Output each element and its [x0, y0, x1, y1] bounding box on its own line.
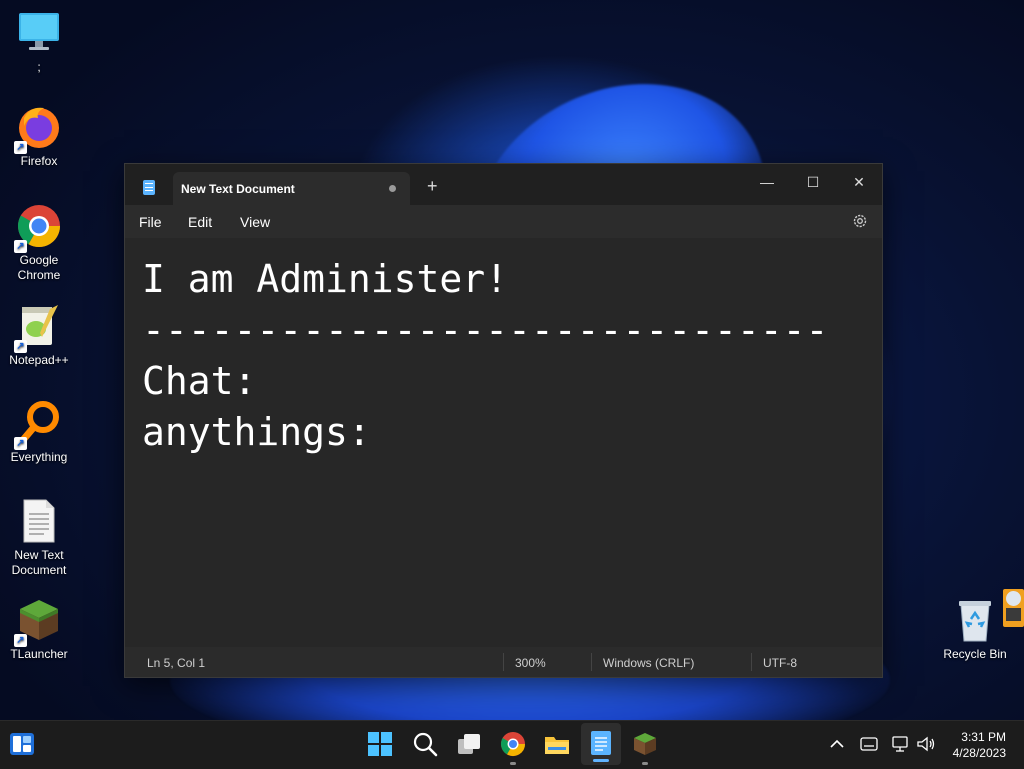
editor-line: I am Administer!: [142, 257, 509, 301]
desktop-icon-this-pc[interactable]: ;: [1, 10, 77, 75]
status-divider: [591, 653, 592, 671]
desktop-icon-new-text-document[interactable]: New Text Document: [1, 498, 77, 578]
desktop-icon-label: Recycle Bin: [943, 647, 1007, 661]
text-file-icon: [16, 498, 62, 544]
text-editor[interactable]: I am Administer! ------------------------…: [125, 238, 882, 647]
desktop-icon-label: Everything: [10, 450, 68, 464]
unsaved-dot-icon[interactable]: [389, 185, 396, 192]
running-indicator: [510, 762, 516, 765]
keyboard-icon[interactable]: [860, 737, 878, 751]
running-indicator: [642, 762, 648, 765]
new-tab-button[interactable]: +: [427, 177, 438, 195]
menu-file[interactable]: File: [139, 214, 162, 230]
status-divider: [503, 653, 504, 671]
desktop-icon-chrome[interactable]: ↗ Google Chrome: [1, 203, 77, 283]
cursor-position: Ln 5, Col 1: [147, 656, 206, 670]
close-button[interactable]: ✕: [836, 168, 882, 198]
desktop-icon-notepad-plus-plus[interactable]: ↗ Notepad++: [1, 303, 77, 368]
encoding: UTF-8: [763, 656, 797, 670]
desktop-icon-label: New Text Document: [11, 548, 67, 577]
maximize-button[interactable]: ☐: [790, 168, 836, 198]
shortcut-arrow-icon: ↗: [14, 634, 27, 647]
taskbar: 3:31 PM 4/28/2023: [0, 720, 1024, 769]
desktop-icon-recycle-bin[interactable]: Recycle Bin: [937, 597, 1013, 662]
firefox-icon: ↗: [14, 104, 62, 154]
editor-line: anythings:: [142, 410, 371, 454]
tab-title: New Text Document: [181, 182, 295, 196]
grass-block-icon: ↗: [14, 597, 62, 647]
notepad-app-icon: [143, 180, 155, 195]
line-ending: Windows (CRLF): [603, 656, 695, 670]
shortcut-arrow-icon: ↗: [14, 141, 27, 154]
active-indicator: [593, 759, 609, 762]
desktop-icon-everything[interactable]: ↗ Everything: [1, 400, 77, 465]
system-clock[interactable]: 3:31 PM 4/28/2023: [953, 729, 1006, 761]
recycle-bin-icon: [952, 597, 998, 643]
side-gadget[interactable]: [1003, 589, 1024, 627]
task-view-icon[interactable]: [456, 731, 482, 757]
desktop-icon-firefox[interactable]: ↗ Firefox: [1, 104, 77, 169]
start-windows-icon[interactable]: [367, 731, 393, 757]
desktop-icon-label: Notepad++: [9, 353, 69, 367]
clock-date: 4/28/2023: [952, 746, 1006, 760]
volume-icon[interactable]: [916, 736, 936, 752]
status-divider: [751, 653, 752, 671]
monitor-icon: [1006, 608, 1021, 621]
editor-line: Chat:: [142, 359, 257, 403]
monitor-icon: [16, 10, 62, 56]
desktop-icon-label: TLauncher: [10, 647, 68, 661]
file-explorer-icon[interactable]: [544, 731, 570, 757]
menu-bar: File Edit View: [125, 205, 882, 238]
tab-new-text-document[interactable]: New Text Document: [173, 172, 410, 205]
minimize-button[interactable]: —: [744, 168, 790, 198]
gear-icon: [1006, 591, 1021, 606]
clock-time: 3:31 PM: [961, 730, 1006, 744]
menu-view[interactable]: View: [240, 214, 270, 230]
desktop-icon-tlauncher[interactable]: ↗ TLauncher: [1, 597, 77, 662]
status-bar: Ln 5, Col 1 300% Windows (CRLF) UTF-8: [125, 647, 882, 677]
notepad-taskbar-icon: [591, 731, 611, 755]
shortcut-arrow-icon: ↗: [14, 437, 27, 450]
chevron-up-icon[interactable]: [830, 739, 844, 749]
desktop-icon-label: ;: [37, 60, 41, 74]
title-bar[interactable]: New Text Document + — ☐ ✕: [125, 164, 882, 205]
menu-edit[interactable]: Edit: [188, 214, 212, 230]
notepad-plus-plus-icon: ↗: [14, 303, 62, 353]
desktop-icon-label: Firefox: [20, 154, 58, 168]
shortcut-arrow-icon: ↗: [14, 240, 27, 253]
notepad-taskbar-button[interactable]: [581, 723, 621, 765]
tlauncher-taskbar-icon[interactable]: [632, 731, 658, 757]
settings-gear-icon[interactable]: [852, 213, 868, 229]
zoom-level: 300%: [515, 656, 546, 670]
chrome-icon: ↗: [14, 203, 62, 253]
search-icon[interactable]: [412, 731, 438, 757]
everything-search-icon: ↗: [14, 400, 62, 450]
notepad-window: New Text Document + — ☐ ✕ File Edit View…: [124, 163, 883, 678]
editor-line: ------------------------------: [142, 308, 829, 352]
widgets-icon[interactable]: [9, 731, 35, 757]
chrome-taskbar-icon[interactable]: [500, 731, 526, 757]
desktop-icon-label: Google Chrome: [17, 253, 61, 282]
network-icon[interactable]: [892, 736, 910, 752]
shortcut-arrow-icon: ↗: [14, 340, 27, 353]
